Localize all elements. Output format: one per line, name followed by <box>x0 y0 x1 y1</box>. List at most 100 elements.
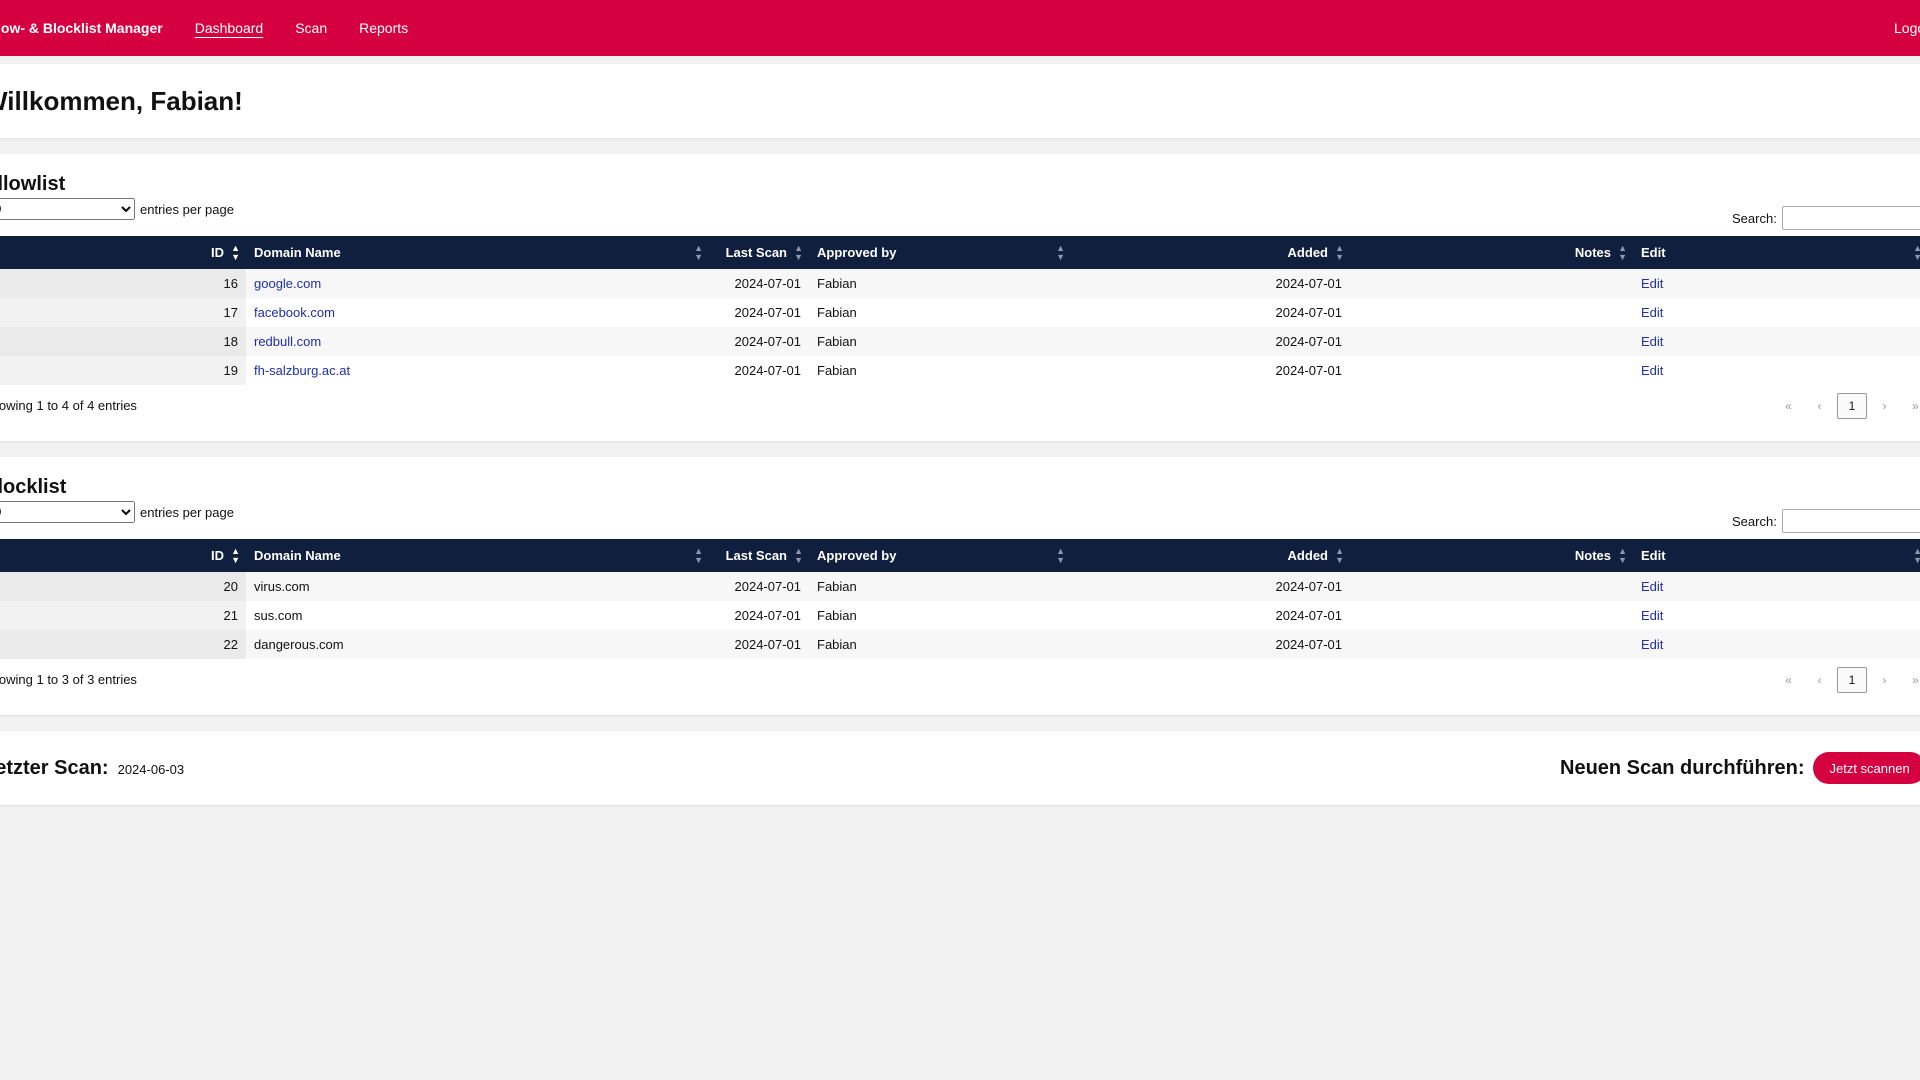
col-id-header[interactable]: ID ▲ ▼ <box>0 539 246 572</box>
added-cell: 2024-07-01 <box>1275 305 1343 320</box>
sort-asc-icon: ▲ ▼ <box>231 545 240 565</box>
next-page-button[interactable]: › <box>1869 673 1900 687</box>
col-added-header[interactable]: Added ▲ ▼ <box>1071 236 1350 269</box>
col-notes-header[interactable]: Notes ▲ ▼ <box>1350 539 1633 572</box>
blocklist-pagination: « ‹ 1 › » <box>1773 667 1920 693</box>
scan-now-button[interactable]: Jetzt scannen <box>1813 752 1920 784</box>
table-row: 17 facebook.com 2024-07-01 Fabian 2024-0… <box>0 298 1920 327</box>
last-page-button[interactable]: » <box>1900 673 1920 687</box>
added-cell: 2024-07-01 <box>1275 579 1343 594</box>
id-cell: 16 <box>0 269 246 298</box>
col-approved-header[interactable]: Approved by ▲ ▼ <box>809 236 1071 269</box>
last-scan-cell: 2024-07-01 <box>734 363 802 378</box>
allowlist-per-page-select[interactable]: 10 <box>0 198 135 220</box>
sort-icon: ▲ ▼ <box>694 545 703 565</box>
current-page-button[interactable]: 1 <box>1837 393 1867 419</box>
col-notes-header[interactable]: Notes ▲ ▼ <box>1350 236 1633 269</box>
edit-link[interactable]: Edit <box>1641 608 1663 623</box>
nav-reports-link[interactable]: Reports <box>359 20 408 36</box>
edit-cell: Edit <box>1633 356 1920 385</box>
col-approved-header[interactable]: Approved by ▲ ▼ <box>809 539 1071 572</box>
app-brand[interactable]: Allow- & Blocklist Manager <box>0 20 163 36</box>
notes-cell <box>1350 298 1633 327</box>
domain-link[interactable]: google.com <box>254 276 321 291</box>
nav-scan-link[interactable]: Scan <box>295 20 327 36</box>
added-cell: 2024-07-01 <box>1275 276 1343 291</box>
domain-link[interactable]: fh-salzburg.ac.at <box>254 363 350 378</box>
allowlist-search-input[interactable] <box>1781 206 1920 230</box>
current-page-button[interactable]: 1 <box>1837 667 1867 693</box>
sort-icon: ▲ ▼ <box>1913 242 1920 262</box>
last-page-button[interactable]: » <box>1900 399 1920 413</box>
domain-link[interactable]: redbull.com <box>254 334 321 349</box>
blocklist-per-page-select[interactable]: 10 <box>0 501 135 523</box>
blocklist-controls: 10 entries per page Search: <box>0 499 1920 539</box>
prev-page-button[interactable]: ‹ <box>1804 399 1835 413</box>
blocklist-search: Search: <box>1732 509 1920 533</box>
edit-link[interactable]: Edit <box>1641 363 1663 378</box>
col-added-header[interactable]: Added ▲ ▼ <box>1071 539 1350 572</box>
edit-link[interactable]: Edit <box>1641 334 1663 349</box>
sort-icon: ▲ ▼ <box>794 545 803 565</box>
entries-info: Showing 1 to 3 of 3 entries <box>0 672 137 687</box>
added-cell: 2024-07-01 <box>1275 608 1343 623</box>
domain-cell: dangerous.com <box>254 637 344 652</box>
last-scan-cell: 2024-07-01 <box>734 637 802 652</box>
domain-cell: virus.com <box>254 579 310 594</box>
nav-dashboard-link[interactable]: Dashboard <box>195 20 264 36</box>
id-cell: 20 <box>0 572 246 601</box>
col-edit-header[interactable]: Edit ▲ ▼ <box>1633 236 1920 269</box>
col-id-header[interactable]: ID ▲ ▼ <box>0 236 246 269</box>
col-lastscan-header[interactable]: Last Scan ▲ ▼ <box>709 236 809 269</box>
sort-icon: ▲ ▼ <box>1618 545 1627 565</box>
logout-link[interactable]: Logout <box>1894 20 1920 36</box>
added-cell: 2024-07-01 <box>1275 363 1343 378</box>
table-header-row: ID ▲ ▼ Domain Name ▲ ▼ Last Scan ▲ ▼ Approved … <box>0 539 1920 572</box>
id-cell: 18 <box>0 327 246 356</box>
first-page-button[interactable]: « <box>1773 399 1804 413</box>
col-domain-header[interactable]: Domain Name ▲ ▼ <box>246 539 709 572</box>
approved-by-cell: Fabian <box>817 608 857 623</box>
col-domain-header[interactable]: Domain Name ▲ ▼ <box>246 236 709 269</box>
sort-icon: ▲ ▼ <box>1056 242 1065 262</box>
approved-by-cell: Fabian <box>817 637 857 652</box>
prev-page-button[interactable]: ‹ <box>1804 673 1835 687</box>
blocklist-per-page: 10 entries per page <box>0 501 234 523</box>
sort-asc-icon: ▲ ▼ <box>231 242 240 262</box>
first-page-button[interactable]: « <box>1773 673 1804 687</box>
top-navbar: Allow- & Blocklist Manager Dashboard Sca… <box>0 0 1920 56</box>
blocklist-search-input[interactable] <box>1781 509 1920 533</box>
edit-link[interactable]: Edit <box>1641 579 1663 594</box>
table-row: 22 dangerous.com 2024-07-01 Fabian 2024-… <box>0 630 1920 659</box>
last-scan-cell: 2024-07-01 <box>734 305 802 320</box>
domain-cell: fh-salzburg.ac.at <box>246 356 709 385</box>
edit-link[interactable]: Edit <box>1641 637 1663 652</box>
last-scan-info: Letzter Scan: 2024-06-03 <box>0 757 184 780</box>
new-scan-area: Neuen Scan durchführen: Jetzt scannen <box>1560 752 1920 784</box>
last-scan-cell: 2024-07-01 <box>734 579 802 594</box>
per-page-label: entries per page <box>140 201 234 217</box>
table-row: 21 sus.com 2024-07-01 Fabian 2024-07-01 … <box>0 601 1920 630</box>
table-row: 20 virus.com 2024-07-01 Fabian 2024-07-0… <box>0 572 1920 601</box>
last-scan-cell: 2024-07-01 <box>734 334 802 349</box>
col-edit-header[interactable]: Edit ▲ ▼ <box>1633 539 1920 572</box>
col-lastscan-header[interactable]: Last Scan ▲ ▼ <box>709 539 809 572</box>
edit-link[interactable]: Edit <box>1641 305 1663 320</box>
edit-cell: Edit <box>1633 269 1920 298</box>
allowlist-title: Allowlist <box>0 173 66 195</box>
allowlist-section: Allowlist 10 entries per page Search: ID… <box>0 154 1920 441</box>
last-scan-label: Letzter Scan: <box>0 757 109 779</box>
last-scan-date: 2024-06-03 <box>117 762 185 777</box>
allowlist-search: Search: <box>1732 206 1920 230</box>
allowlist-table: ID ▲ ▼ Domain Name ▲ ▼ Last Scan ▲ ▼ Approved … <box>0 236 1920 385</box>
next-page-button[interactable]: › <box>1869 399 1900 413</box>
domain-link[interactable]: facebook.com <box>254 305 335 320</box>
last-scan-cell: 2024-07-01 <box>734 608 802 623</box>
per-page-label: entries per page <box>140 504 234 520</box>
domain-cell: facebook.com <box>246 298 709 327</box>
last-scan-cell: 2024-07-01 <box>734 276 802 291</box>
edit-cell: Edit <box>1633 601 1920 630</box>
approved-by-cell: Fabian <box>817 334 857 349</box>
sort-icon: ▲ ▼ <box>1335 242 1344 262</box>
edit-link[interactable]: Edit <box>1641 276 1663 291</box>
